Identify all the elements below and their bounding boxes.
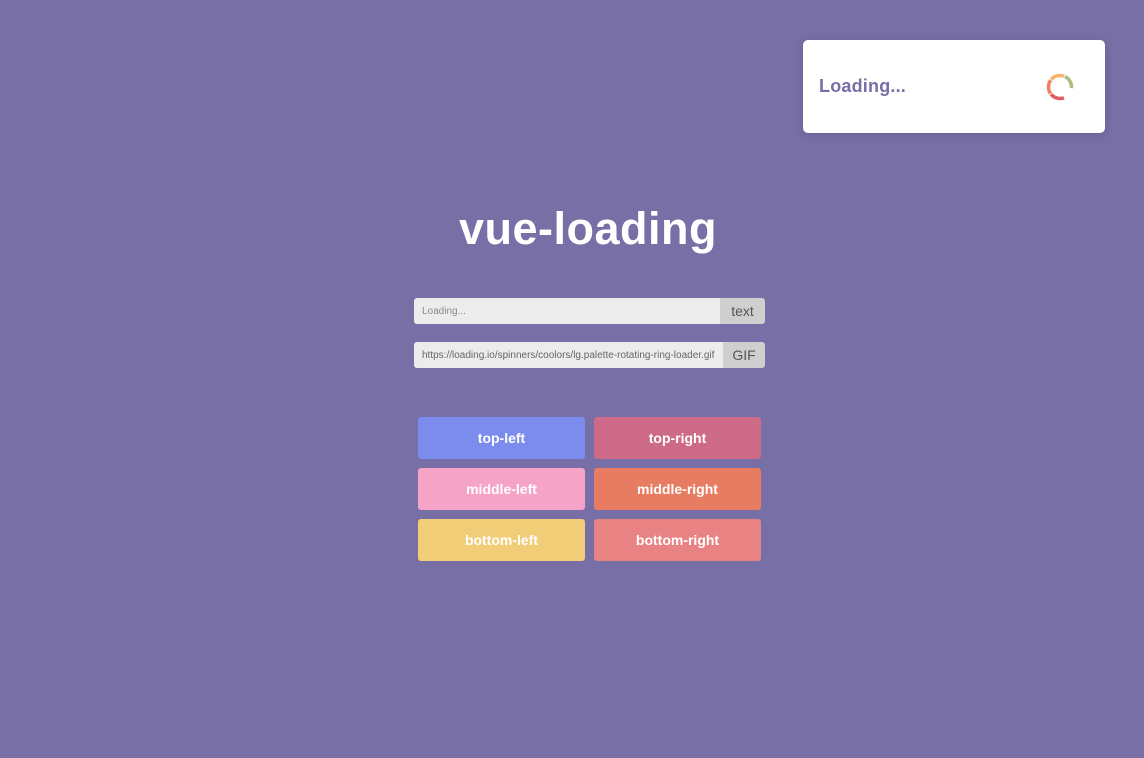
- loading-text-input[interactable]: [414, 298, 720, 324]
- spinner-ring-icon: [1046, 73, 1074, 100]
- spinner-segment: [1046, 78, 1053, 95]
- bottom-left-button[interactable]: bottom-left: [418, 519, 585, 561]
- gif-addon-label: GIF: [723, 342, 765, 368]
- spinner-segment: [1063, 74, 1074, 88]
- text-addon-label: text: [720, 298, 765, 324]
- top-right-button[interactable]: top-right: [594, 417, 761, 459]
- toast-message: Loading...: [819, 76, 906, 96]
- text-input-group: text: [414, 298, 765, 324]
- middle-right-button[interactable]: middle-right: [594, 468, 761, 510]
- page-title: vue-loading: [458, 203, 717, 254]
- loading-toast: Loading...: [803, 40, 1105, 133]
- spinner-segment: [1049, 92, 1065, 100]
- spinner-segment: [1049, 73, 1065, 81]
- top-left-button[interactable]: top-left: [418, 417, 585, 459]
- position-buttons: top-left top-right middle-left middle-ri…: [418, 417, 761, 561]
- gif-url-input[interactable]: [414, 342, 723, 368]
- bottom-right-button[interactable]: bottom-right: [594, 519, 761, 561]
- middle-left-button[interactable]: middle-left: [418, 468, 585, 510]
- gif-input-group: GIF: [414, 342, 765, 368]
